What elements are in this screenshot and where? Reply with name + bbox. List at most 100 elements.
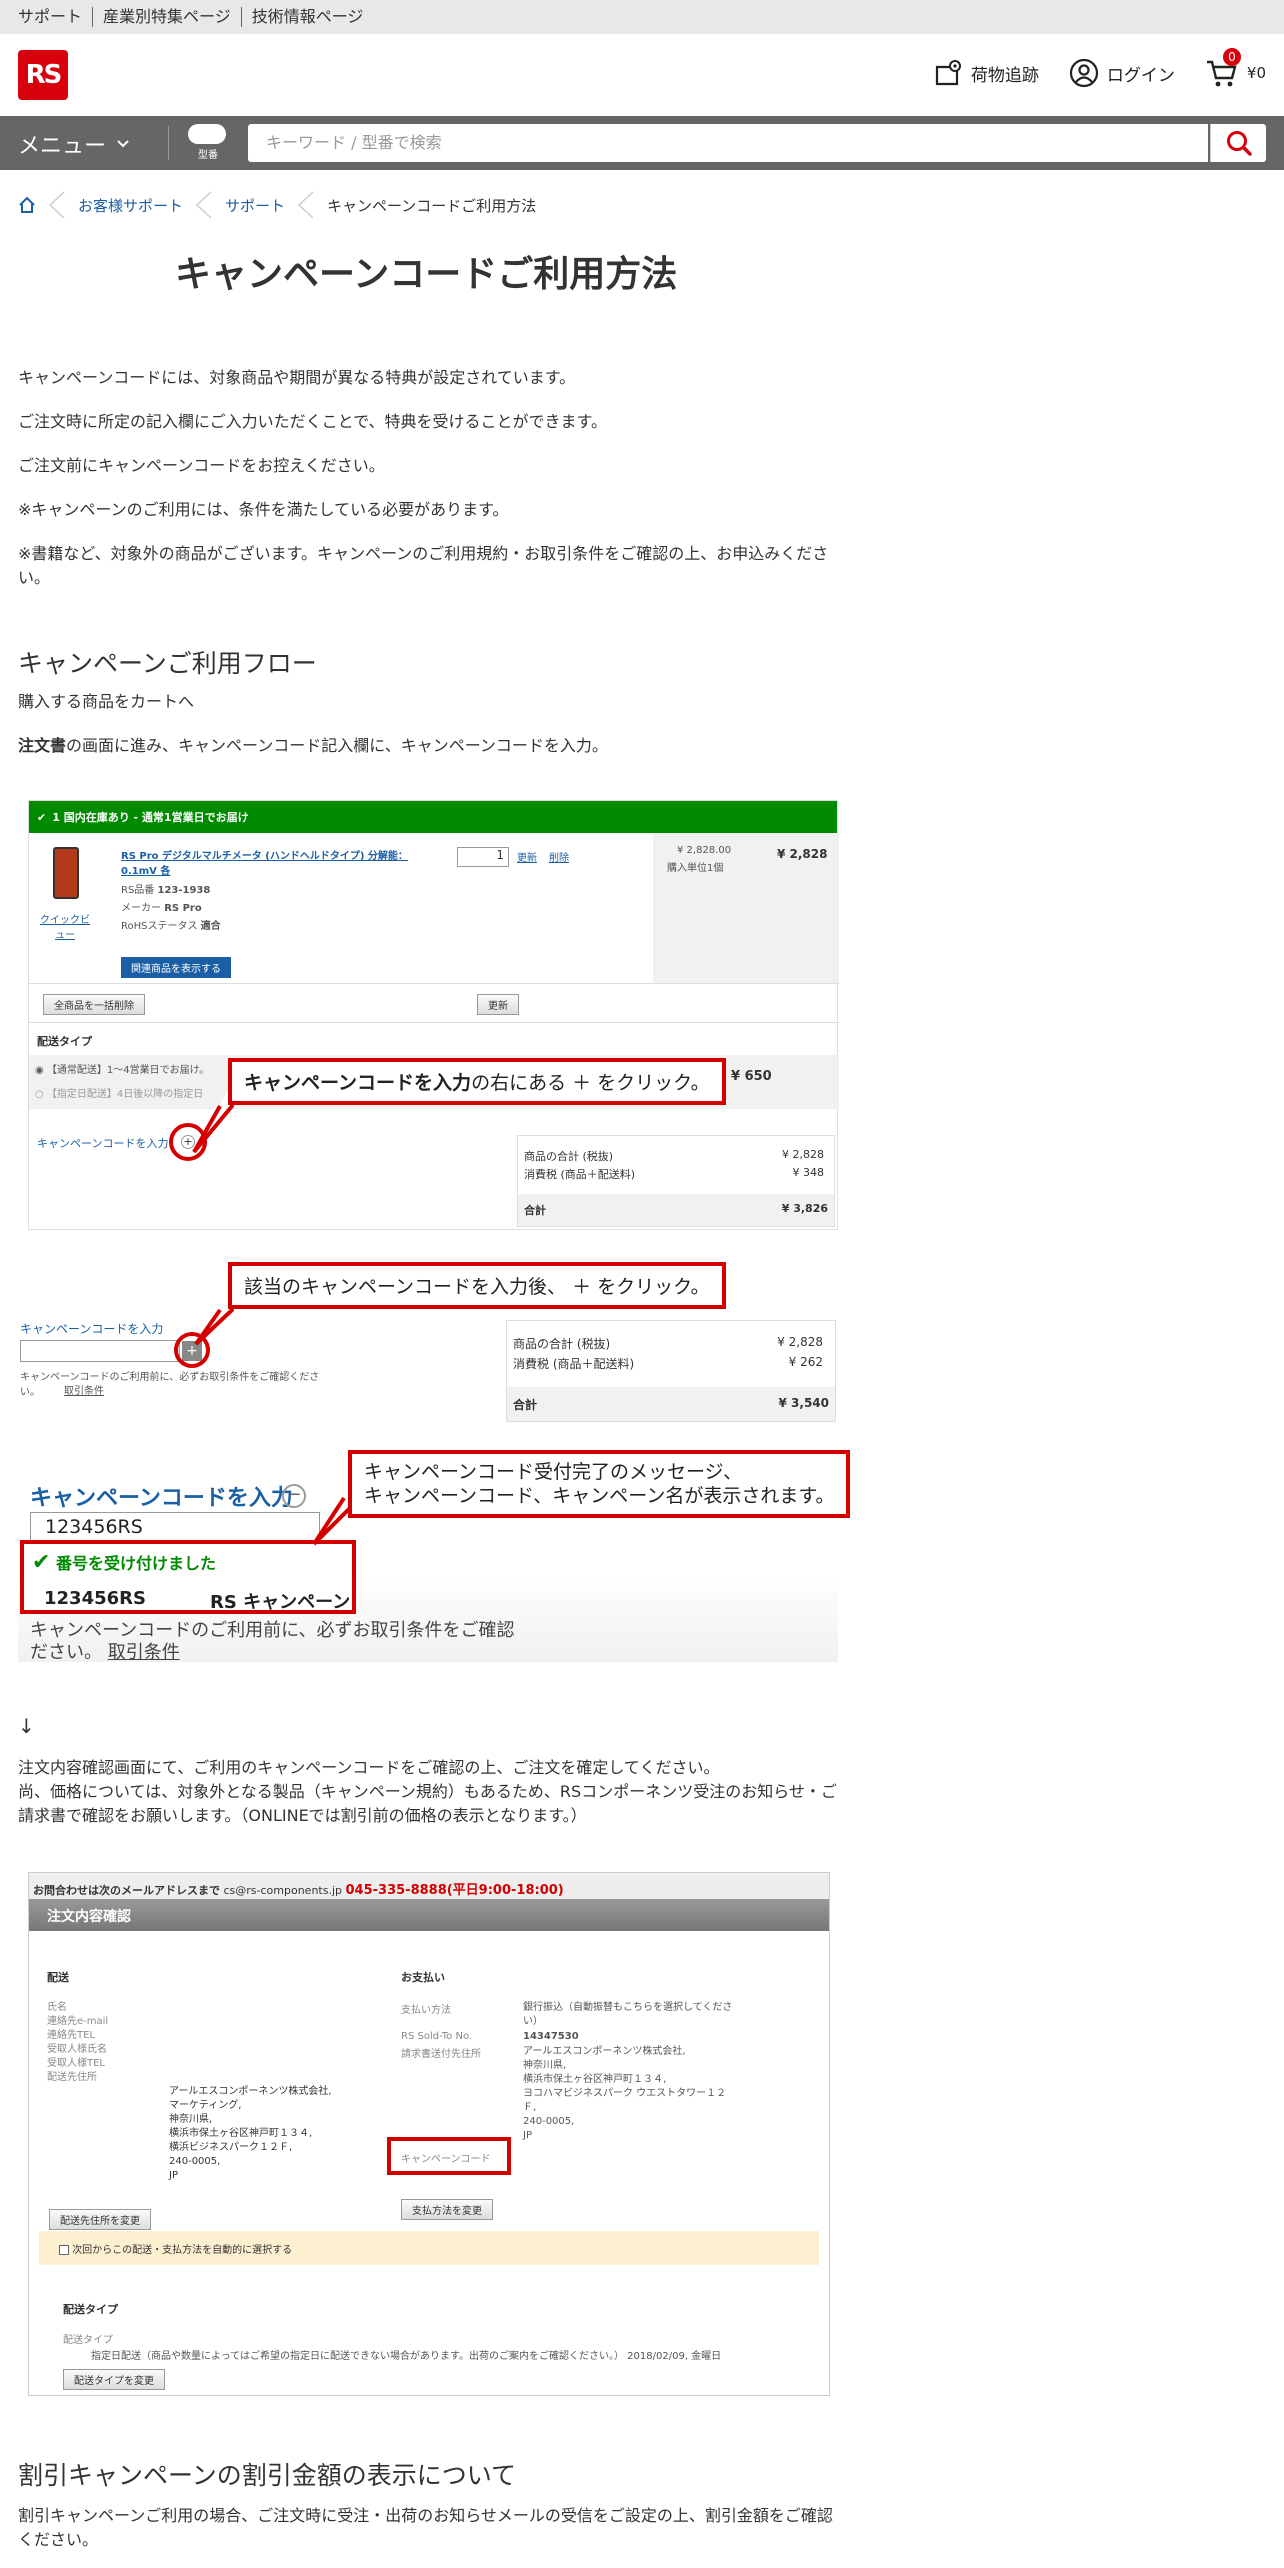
change-delivery-type-button[interactable]: 配送タイプを変更: [63, 2369, 165, 2390]
rohs-row: RoHSステータス 適合: [121, 917, 221, 932]
breadcrumb-separator-icon: [48, 191, 65, 219]
rs-code: 123-1938: [157, 885, 211, 896]
campaign-code-input[interactable]: [20, 1340, 180, 1362]
callout-text: の右にある ＋ をクリック。: [471, 1072, 710, 1094]
total-row: 合計 ¥ 3,826: [518, 1194, 834, 1226]
contact-bar: お問合わせは次のメールアドレスまで cs@rs-components.jp 04…: [29, 1873, 829, 1899]
tracking-link[interactable]: 荷物追跡: [933, 58, 1039, 88]
confirm-note: 尚、価格については、対象外となる製品（キャンペーン規約）もあるため、RSコンポー…: [18, 1782, 837, 1825]
callout-click-plus: キャンペーンコードを入力の右にある ＋ をクリック。: [228, 1058, 726, 1105]
shipping-heading: 配送: [47, 1971, 69, 1984]
price-column: ¥ 2,828.00 購入単位1個 ¥ 2,828: [653, 833, 839, 983]
stock-banner: ✔ 1 国内在庫あり - 通常1営業日でお届け: [29, 801, 837, 833]
flow-step-2: 注文書の画面に進み、キャンペーンコード記入欄に、キャンペーンコードを入力。: [18, 734, 838, 758]
confirm-title: 注文内容確認: [29, 1899, 829, 1931]
quick-view-link[interactable]: クイックビュー: [39, 911, 91, 941]
intro-text: キャンペーンコードには、対象商品や期間が異なる特典が設定されています。: [18, 368, 576, 387]
flow-step-1: 購入する商品をカートへ: [18, 692, 195, 711]
terms-link[interactable]: 取引条件: [64, 1382, 104, 1397]
auto-select-row: 次回からこの配送・支払方法を自動的に選択する: [39, 2231, 819, 2265]
delivery-option-standard[interactable]: ◉ 【通常配送】1〜4営業日でお届け。: [35, 1061, 209, 1076]
tax: ¥ 262: [788, 1355, 823, 1369]
breadcrumb-separator-icon: [297, 191, 314, 219]
campaign-code-highlight: キャンペーンコード: [387, 2137, 511, 2175]
accepted-message: ✔ 番号を受け付けました: [32, 1550, 216, 1575]
toggle-switch-icon: [188, 124, 226, 144]
campaign-code-label: キャンペーンコード: [401, 2154, 491, 2165]
callout-bold: キャンペーンコードを入力: [244, 1072, 472, 1094]
sold-to: 14347530: [523, 2031, 579, 2042]
menu-label: メニュー: [18, 134, 107, 159]
change-address-button[interactable]: 配送先住所を変更: [49, 2209, 151, 2230]
confirm-text: 注文内容確認画面にて、ご利用のキャンペーンコードをご確認の上、ご注文を確定してく…: [18, 1758, 720, 1777]
related-products-button[interactable]: 関連商品を表示する: [121, 957, 231, 978]
shipping-label: 連絡先e-mail: [47, 2016, 109, 2027]
quantity-input[interactable]: 1: [457, 847, 509, 867]
checkbox-icon[interactable]: [59, 2245, 69, 2255]
change-payment-button[interactable]: 支払方法を変更: [401, 2199, 493, 2220]
rs-code-label: RS品番: [121, 885, 155, 896]
delivery-option-scheduled[interactable]: ○ 【指定日配送】4日後以降の指定日: [35, 1085, 203, 1100]
login-link[interactable]: ログイン: [1069, 58, 1175, 88]
update-link[interactable]: 更新: [517, 849, 537, 864]
delete-all-button[interactable]: 全商品を一括削除: [43, 994, 145, 1015]
search-input[interactable]: キーワード / 型番で検索: [248, 124, 1208, 162]
nav-divider: [168, 126, 169, 160]
subtotal-row: 商品の合計 (税抜) ¥ 2,828: [524, 1148, 824, 1164]
menu-button[interactable]: メニュー: [18, 128, 130, 160]
flow-heading: キャンペーンご利用フロー: [18, 649, 317, 678]
delivery-type-label: 配送タイプ: [37, 1035, 92, 1048]
callout-enter-code: 該当のキャンペーンコードを入力後、 ＋ をクリック。: [228, 1262, 726, 1309]
tax-label: 消費税 (商品＋配送料): [524, 1168, 636, 1181]
breadcrumb: お客様サポート サポート キャンペーンコードご利用方法: [18, 190, 536, 220]
totals-box: 商品の合計 (税抜) ¥ 2,828 消費税 (商品＋配送料) ¥ 262 合計 ¥ …: [506, 1320, 836, 1422]
cart-link[interactable]: 0 ¥0: [1205, 48, 1266, 88]
discount-text: 割引キャンペーンご利用の場合、ご注文時に受注・出荷のお知らせメールの受信をご設定…: [18, 2506, 833, 2549]
rs-logo[interactable]: RS: [18, 50, 68, 100]
total: ¥ 3,826: [781, 1202, 828, 1215]
campaign-note-2-text: ださい。: [30, 1642, 102, 1662]
tax-row: 消費税 (商品＋配送料) ¥ 262: [513, 1355, 823, 1372]
maker-label: メーカー: [121, 903, 161, 914]
package-tracking-icon: [935, 60, 961, 86]
part-number-toggle[interactable]: 型番: [188, 124, 228, 161]
topbar-link-tech[interactable]: 技術情報ページ: [240, 7, 374, 27]
intro-text: ご注文時に所定の記入欄にご入力いただくことで、特典を受けることができます。: [18, 412, 607, 431]
bill-address: アールエスコンポーネンツ株式会社, 神奈川県, 横浜市保土ヶ谷区神戸町１３４, …: [523, 2045, 739, 2143]
site-header: RS 荷物追跡 ログイン 0 ¥0: [0, 34, 1284, 116]
product-name[interactable]: RS Pro デジタルマルチメータ (ハンドヘルドタイプ) 分解能：0.1mV …: [121, 847, 421, 877]
terms-link[interactable]: 取引条件: [108, 1642, 180, 1662]
maker: RS Pro: [164, 903, 202, 914]
intro-text: ※キャンペーンのご利用には、条件を満たしている必要があります。: [18, 500, 509, 519]
unit-price: ¥ 2,828.00: [677, 845, 732, 856]
contact-phone: 045-335-8888(平日9:00-18:00): [345, 1883, 564, 1898]
topbar-link-industry[interactable]: 産業別特集ページ: [92, 7, 241, 27]
accepted-text: 番号を受け付けました: [56, 1554, 217, 1573]
breadcrumb-customer-support[interactable]: お客様サポート: [78, 195, 183, 216]
topbar-link-support[interactable]: サポート: [18, 7, 92, 27]
delivery-option-scheduled-text: 【指定日配送】4日後以降の指定日: [46, 1089, 204, 1100]
total-label: 合計: [524, 1204, 546, 1217]
campaign-code-label[interactable]: キャンペーンコードを入力: [37, 1135, 168, 1151]
campaign-code-label[interactable]: キャンペーンコードを入力: [20, 1320, 163, 1337]
auto-select-label: 次回からこの配送・支払方法を自動的に選択する: [72, 2245, 293, 2256]
order-form-bold: 注文書: [18, 736, 67, 755]
shipping-label: 氏名: [47, 2002, 67, 2013]
product-code-row: RS品番 123-1938: [121, 881, 210, 896]
radio-selected-icon: ◉: [35, 1065, 44, 1076]
delivery-type-heading: 配送タイプ: [63, 2303, 118, 2316]
minus-icon[interactable]: −: [282, 1484, 306, 1508]
refresh-button[interactable]: 更新: [477, 994, 519, 1015]
delete-link[interactable]: 削除: [549, 849, 569, 864]
cart-actions-row: 全商品を一括削除 更新: [29, 983, 839, 1023]
address-line: アールエスコンポーネンツ株式会社,: [169, 2086, 332, 2097]
breadcrumb-support[interactable]: サポート: [225, 195, 285, 216]
home-icon[interactable]: [18, 196, 36, 214]
address-line: 神奈川県,: [169, 2114, 213, 2125]
address-line: ヨコハマビジネスパーク ウエストタワー１２Ｆ,: [523, 2088, 727, 2113]
campaign-input-screenshot: キャンペーンコードを入力 + キャンペーンコードのご利用前に、必ずお取引条件をご…: [18, 1300, 838, 1426]
contact-email[interactable]: cs@rs-components.jp: [224, 1884, 343, 1897]
bill-label: 請求書送付先住所: [401, 2049, 481, 2060]
search-button[interactable]: [1210, 124, 1266, 162]
contact-prefix: お問合わせは次のメールアドレスまで: [33, 1884, 220, 1897]
